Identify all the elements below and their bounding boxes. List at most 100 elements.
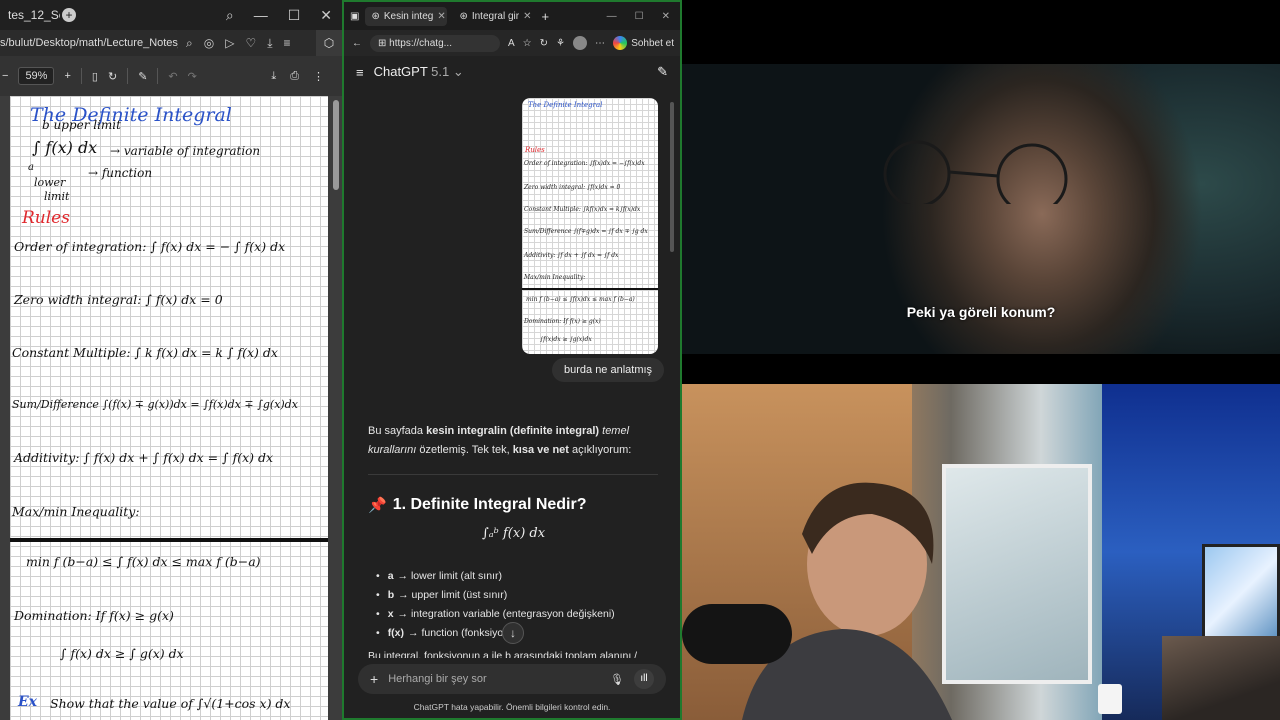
tab-integral-giris[interactable]: ⊛ Integral gir ✕: [453, 7, 535, 26]
more-icon[interactable]: ⋯: [595, 38, 605, 49]
tab-actions-icon[interactable]: ▣: [350, 11, 359, 22]
address-text[interactable]: s/bulut/Desktop/math/Lecture_Notes_11_Se…: [0, 37, 178, 49]
window-controls: — ☐ ✕: [607, 11, 670, 22]
redo-icon[interactable]: ↷: [188, 70, 197, 83]
extension-icon[interactable]: ⚘: [556, 38, 565, 49]
thumb-line: min f (b−a) ≤ ∫f(x)dx ≤ max f (b−a): [526, 296, 635, 303]
tab-label: Kesin integ: [383, 10, 434, 22]
thumb-line: Constant Multiple: ∫kf(x)dx = k∫f(x)dx: [524, 206, 641, 213]
sohbet-button[interactable]: Sohbet et: [613, 36, 674, 50]
uploaded-image[interactable]: The Definite Integral Rules Order of int…: [522, 98, 658, 354]
sidebar-toggle-icon[interactable]: ≡: [356, 65, 364, 80]
undo-icon[interactable]: ↶: [168, 70, 177, 83]
browser-tabs: ▣ ⊛ Kesin integ ✕ ⊛ Integral gir ✕ + — ☐…: [344, 2, 680, 30]
toolbar-divider: [80, 68, 82, 84]
close-icon[interactable]: ✕: [662, 11, 670, 22]
tab-kesin-integral[interactable]: ⊛ Kesin integ ✕: [365, 6, 448, 26]
close-icon[interactable]: ✕: [320, 7, 332, 24]
pdf-tab[interactable]: tes_12_Section: [0, 8, 60, 22]
glasses-shape: [883, 140, 1068, 204]
site-info-icon[interactable]: ⊞: [378, 38, 389, 49]
draw-icon[interactable]: ✎: [138, 70, 147, 83]
close-tab-icon[interactable]: ✕: [523, 11, 531, 22]
zoom-value[interactable]: 59%: [18, 67, 55, 85]
extension-icon[interactable]: ⬡: [316, 30, 342, 56]
new-tab-icon[interactable]: +: [62, 8, 76, 22]
person-silhouette: [742, 482, 952, 720]
rule-domination: Domination: If f(x) ≥ g(x): [14, 608, 174, 623]
rotate-icon[interactable]: ↻: [108, 70, 117, 83]
thumb-line: ∫f(x)dx ≥ ∫g(x)dx: [540, 336, 592, 343]
pdf-address-bar: s/bulut/Desktop/math/Lecture_Notes_11_Se…: [0, 30, 342, 56]
pushpin-icon: 📌: [368, 497, 387, 514]
minimize-icon[interactable]: —: [607, 11, 617, 22]
picture-in-picture: [1162, 636, 1280, 720]
back-icon[interactable]: ←: [352, 38, 362, 49]
sohbet-label: Sohbet et: [631, 37, 674, 49]
url-field[interactable]: ⊞ https://chatg...: [370, 34, 500, 52]
search-icon[interactable]: ⌕: [226, 7, 234, 24]
thumb-line: Zero width integral: ∫f(x)dx = 0: [524, 184, 621, 191]
voice-mode-icon[interactable]: ıll: [634, 669, 654, 689]
url-text: https://chatg...: [389, 37, 452, 49]
save-icon[interactable]: ⤓: [271, 70, 276, 83]
print-icon[interactable]: ⎙: [290, 70, 299, 83]
example-text: Show that the value of ∫√(1+cos x) dx: [50, 696, 291, 711]
more-icon[interactable]: ⋮: [313, 70, 324, 83]
mug-object: [1098, 684, 1122, 714]
read-aloud-icon[interactable]: A: [508, 38, 515, 49]
download-icon[interactable]: ⤓: [267, 36, 272, 51]
zoom-out-icon[interactable]: −: [2, 70, 8, 82]
zoom-in-icon[interactable]: +: [64, 70, 70, 82]
maximize-icon[interactable]: ☐: [635, 11, 644, 22]
example-label: Ex: [18, 694, 38, 710]
list-item: b→ upper limit (üst sınır): [388, 589, 658, 608]
section-heading: 📌 1. Definite Integral Nedir?: [368, 496, 587, 514]
message-composer[interactable]: + Herhangi bir şey sor 🎙 ıll: [358, 664, 666, 694]
chatgpt-favicon-icon: ⊛: [459, 10, 468, 22]
scroll-thumb[interactable]: [333, 100, 339, 190]
close-tab-icon[interactable]: ✕: [437, 11, 445, 22]
model-name: ChatGPT: [373, 64, 428, 79]
lower-a: a: [28, 162, 34, 173]
pdf-page-area[interactable]: The Definite Integral b upper limit ∫ f(…: [0, 96, 342, 720]
new-tab-icon[interactable]: +: [541, 9, 549, 24]
rule-sum-difference: Sum/Difference ∫(f(x) ∓ g(x))dx = ∫f(x)d…: [12, 398, 298, 411]
fit-page-icon[interactable]: ▯: [92, 70, 98, 83]
bullet-key: b: [387, 589, 395, 601]
rule-order: Order of integration: ∫ f(x) dx = − ∫ f(…: [14, 239, 286, 254]
composer-input[interactable]: Herhangi bir şey sor: [388, 673, 486, 685]
heart-icon[interactable]: ♡: [245, 36, 256, 51]
play-icon[interactable]: ▷: [225, 36, 234, 51]
menu-icon[interactable]: ≡: [284, 36, 291, 51]
pdf-scrollbar[interactable]: [332, 96, 340, 720]
chat-scrollbar[interactable]: [670, 102, 674, 252]
zoom-icon[interactable]: ⌕: [186, 36, 193, 51]
video-player[interactable]: Peki ya göreli konum?: [682, 0, 1280, 384]
profile-avatar[interactable]: [573, 36, 587, 50]
edge-address-bar: ← ⊞ https://chatg... A ☆ ↻ ⚘ ⋯ Sohbet et: [344, 30, 680, 56]
pdf-page: The Definite Integral b upper limit ∫ f(…: [10, 96, 328, 720]
model-selector[interactable]: ChatGPT 5.1 ⌄: [374, 64, 464, 80]
favorite-icon[interactable]: ☆: [523, 38, 532, 49]
edge-inner: ▣ ⊛ Kesin integ ✕ ⊛ Integral gir ✕ + — ☐…: [344, 2, 680, 718]
lower-limit-note: lower: [34, 176, 66, 189]
integral-formula: ∫ₐᵇ f(x) dx: [482, 526, 546, 541]
refresh-icon[interactable]: ↻: [540, 38, 548, 49]
thumb-line: Additivity: ∫f dx + ∫f dx = ∫f dx: [524, 252, 619, 259]
scroll-down-button[interactable]: ↓: [502, 622, 524, 644]
new-chat-icon[interactable]: ✎: [657, 64, 668, 80]
microphone-icon[interactable]: 🎙: [610, 673, 624, 686]
toolbar-divider: [157, 68, 159, 84]
rule-domination-2: ∫ f(x) dx ≥ ∫ g(x) dx: [60, 646, 184, 661]
attach-icon[interactable]: +: [370, 671, 378, 687]
minimize-icon[interactable]: —: [254, 7, 268, 24]
model-version: 5.1: [431, 64, 450, 79]
user-message: burda ne anlatmış: [552, 358, 665, 382]
maximize-icon[interactable]: ☐: [288, 7, 301, 24]
edge-window: ▣ ⊛ Kesin integ ✕ ⊛ Integral gir ✕ + — ☐…: [342, 0, 682, 720]
tab-label: Integral gir: [471, 10, 520, 22]
rule-zero-width: Zero width integral: ∫ f(x) dx = 0: [14, 292, 223, 307]
bullet-text: → lower limit (alt sınır): [397, 570, 502, 582]
camera-icon[interactable]: ◎: [204, 36, 214, 51]
